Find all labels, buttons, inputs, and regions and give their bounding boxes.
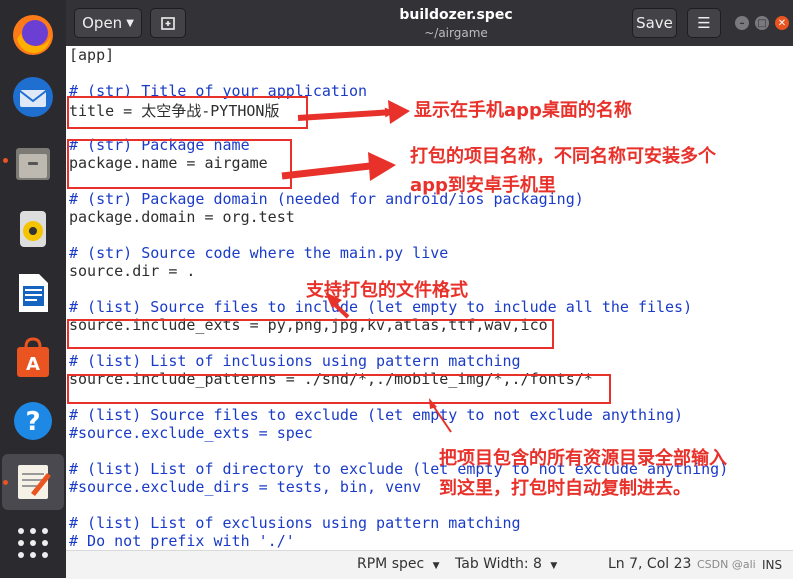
formats-annotation: 支持打包的文件格式 xyxy=(306,280,468,301)
arrowhead-package xyxy=(368,152,396,181)
package-annotation-line1: 打包的项目名称，不同名称可安装多个 xyxy=(410,146,716,167)
title-annotation: 显示在手机app桌面的名称 xyxy=(414,100,632,121)
arrowhead-title xyxy=(388,100,410,124)
arrow-resources xyxy=(431,403,452,433)
resources-annotation-line2: 到这里，打包时自动复制进去。 xyxy=(439,478,691,499)
arrowhead-resources xyxy=(429,398,437,409)
arrow-package xyxy=(281,162,371,180)
resources-annotation-line1: 把项目包含的所有资源目录全部输入 xyxy=(439,448,727,469)
package-annotation-line2: app到安卓手机里 xyxy=(410,175,556,196)
arrow-title xyxy=(297,107,395,121)
